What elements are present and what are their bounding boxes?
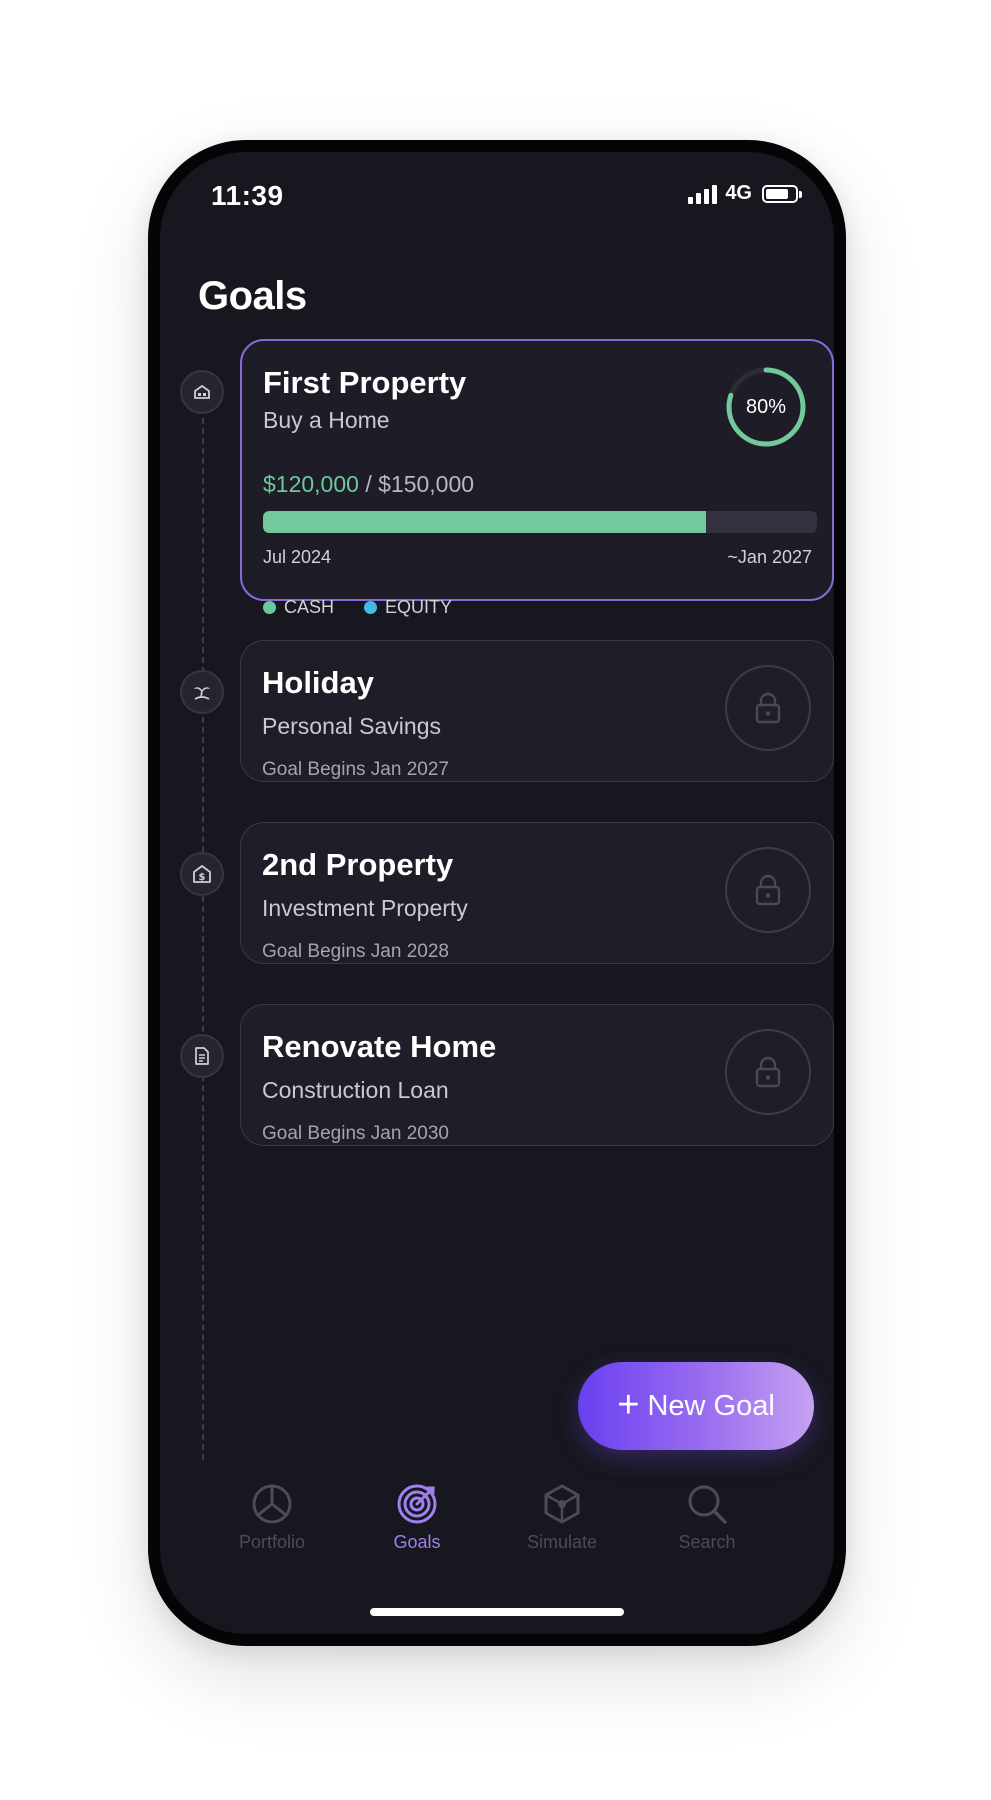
goal-title: 2nd Property xyxy=(262,847,454,882)
battery-icon xyxy=(762,184,802,203)
goal-subtitle: Buy a Home xyxy=(263,407,390,433)
tab-label: Goals xyxy=(393,1532,441,1552)
goal-card-2nd-property[interactable]: 2nd Property Investment Property Goal Be… xyxy=(240,822,834,964)
legend-cash: CASH xyxy=(263,597,334,618)
goal-subtitle: Investment Property xyxy=(262,895,468,921)
app-screen: 11:39 4G Goals $ First Property Buy a Ho… xyxy=(160,152,834,1634)
tab-portfolio[interactable]: Portfolio xyxy=(212,1482,332,1553)
legend-label: CASH xyxy=(284,597,335,617)
legend-equity: EQUITY xyxy=(364,597,452,618)
dollar-house-icon: $ xyxy=(180,852,224,896)
goal-title: First Property xyxy=(263,365,467,400)
goal-title: Renovate Home xyxy=(262,1029,497,1064)
page-title: Goals xyxy=(198,274,307,318)
search-icon xyxy=(688,1485,727,1524)
tab-bar: Portfolio Goals Simulate Search xyxy=(160,1482,834,1592)
tab-label: Search xyxy=(678,1532,736,1552)
lock-icon xyxy=(725,847,811,933)
date-end: ~Jan 2027 xyxy=(727,547,812,567)
house-icon xyxy=(180,370,224,414)
goal-begins: Goal Begins Jan 2030 xyxy=(262,1123,449,1144)
goal-begins: Goal Begins Jan 2027 xyxy=(262,759,449,780)
tab-search[interactable]: Search xyxy=(647,1482,767,1553)
amount-row: $120,000 / $150,000 xyxy=(263,471,474,498)
tab-simulate[interactable]: Simulate xyxy=(502,1482,622,1553)
target-icon xyxy=(397,1484,437,1524)
home-indicator xyxy=(370,1608,624,1616)
network-label: 4G xyxy=(725,182,752,204)
goal-subtitle: Construction Loan xyxy=(262,1077,449,1103)
legend-dot xyxy=(263,601,276,614)
goal-subtitle: Personal Savings xyxy=(262,713,441,739)
plus-icon: + xyxy=(617,1383,640,1426)
lock-icon xyxy=(725,1029,811,1115)
status-indicators: 4G xyxy=(688,182,802,205)
amount-separator: / xyxy=(358,471,379,497)
date-start: Jul 2024 xyxy=(263,547,332,567)
amount-target: $150,000 xyxy=(378,471,475,497)
amount-current: $120,000 xyxy=(263,471,359,497)
goal-title: Holiday xyxy=(262,665,374,700)
goal-card-first-property[interactable]: First Property Buy a Home 80% $120,000 /… xyxy=(240,339,834,617)
goal-card-holiday[interactable]: Holiday Personal Savings Goal Begins Jan… xyxy=(240,640,834,782)
legend: CASH EQUITY xyxy=(263,597,452,618)
tab-label: Portfolio xyxy=(238,1532,306,1552)
phone-frame: 11:39 4G Goals $ First Property Buy a Ho… xyxy=(148,140,846,1646)
progress-bar-fill xyxy=(263,511,707,533)
document-icon xyxy=(180,1034,224,1078)
tab-goals[interactable]: Goals xyxy=(357,1482,477,1553)
pie-chart-icon xyxy=(252,1484,292,1524)
status-time: 11:39 xyxy=(211,180,284,211)
progress-percent: 80% xyxy=(745,395,787,418)
signal-icon xyxy=(688,184,718,204)
legend-dot xyxy=(364,601,378,614)
goal-begins: Goal Begins Jan 2028 xyxy=(262,941,449,962)
legend-label: EQUITY xyxy=(385,597,453,617)
lock-icon xyxy=(725,665,811,751)
goal-card-renovate-home[interactable]: Renovate Home Construction Loan Goal Beg… xyxy=(240,1004,834,1146)
cube-icon xyxy=(544,1484,580,1524)
timeline-line xyxy=(202,408,204,1460)
svg-text:$: $ xyxy=(199,872,206,883)
progress-bar xyxy=(263,511,817,533)
new-goal-label: New Goal xyxy=(647,1389,775,1422)
island-icon xyxy=(180,670,224,714)
tab-label: Simulate xyxy=(526,1532,598,1552)
new-goal-button[interactable]: + New Goal xyxy=(578,1362,814,1450)
